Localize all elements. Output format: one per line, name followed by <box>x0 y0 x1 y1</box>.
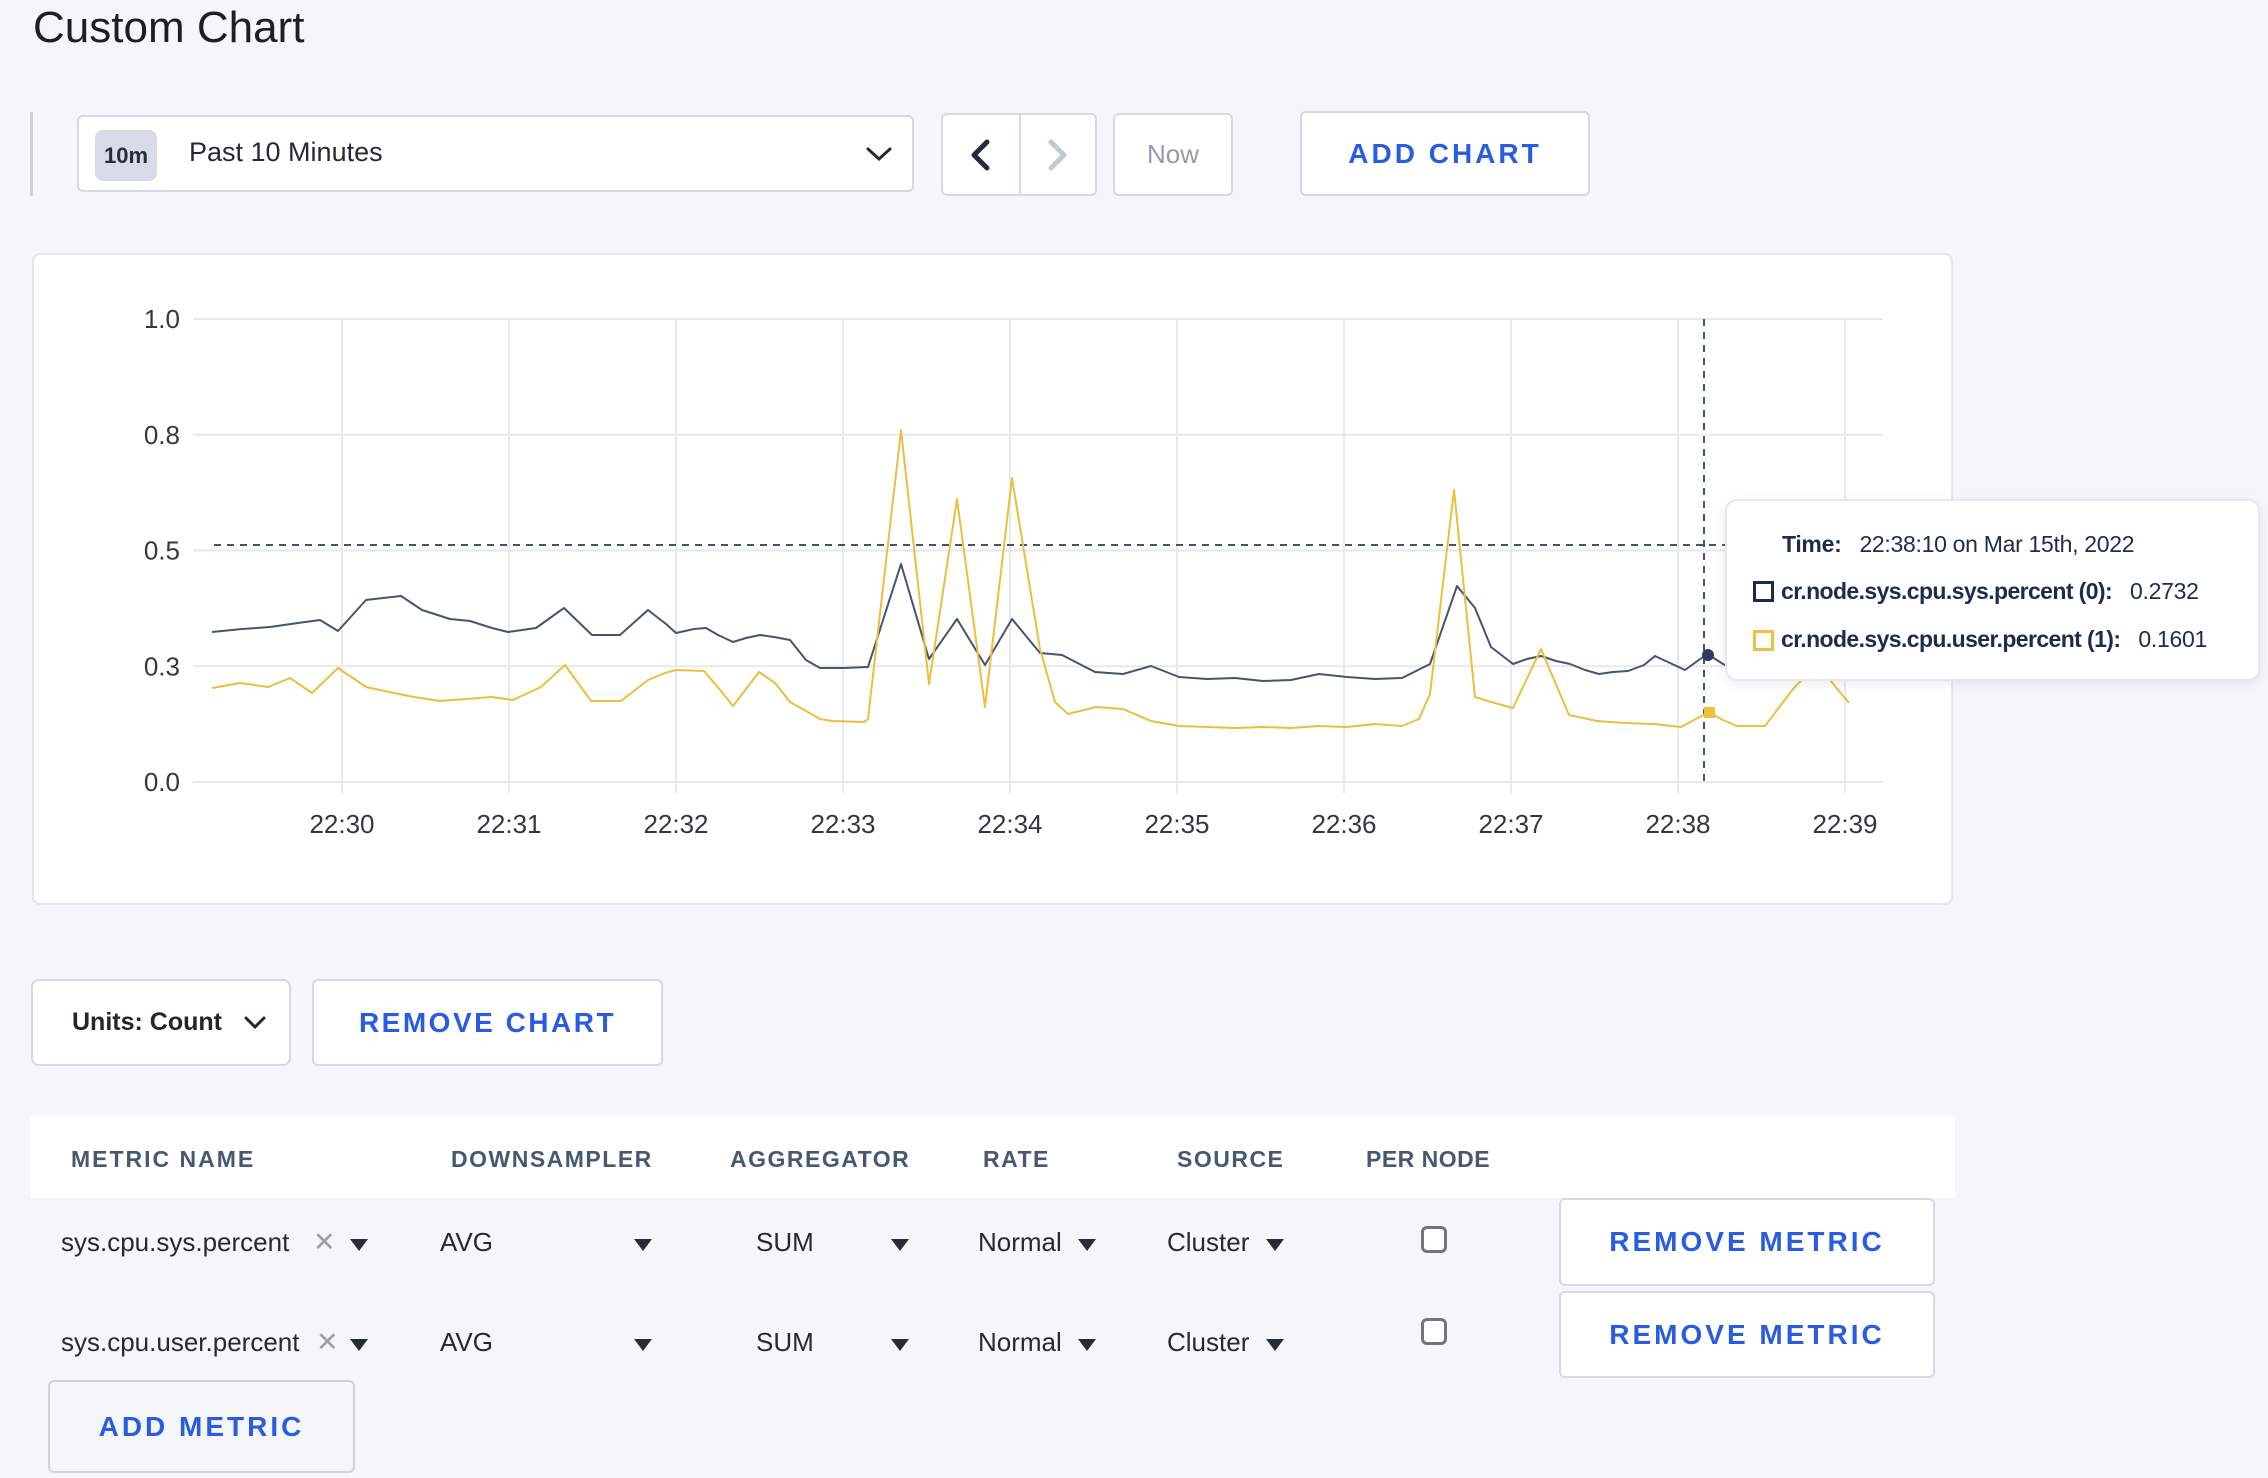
svg-text:22:39: 22:39 <box>1812 809 1877 839</box>
svg-text:22:38: 22:38 <box>1645 809 1710 839</box>
svg-text:22:37: 22:37 <box>1478 809 1543 839</box>
svg-text:0.8: 0.8 <box>144 420 180 450</box>
svg-text:22:34: 22:34 <box>977 809 1042 839</box>
svg-text:22:30: 22:30 <box>309 809 374 839</box>
svg-text:0.0: 0.0 <box>144 767 180 797</box>
svg-text:0.5: 0.5 <box>144 536 180 566</box>
svg-text:1.0: 1.0 <box>144 304 180 334</box>
svg-text:0.3: 0.3 <box>144 651 180 681</box>
svg-text:22:36: 22:36 <box>1311 809 1376 839</box>
svg-text:22:32: 22:32 <box>643 809 708 839</box>
svg-text:22:33: 22:33 <box>810 809 875 839</box>
svg-text:22:31: 22:31 <box>476 809 541 839</box>
svg-text:22:35: 22:35 <box>1144 809 1209 839</box>
